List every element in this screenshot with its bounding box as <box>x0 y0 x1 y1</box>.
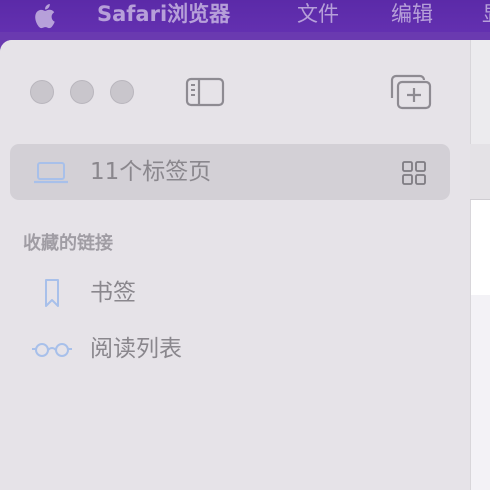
page-lower-edge <box>471 295 490 490</box>
favorites-section-title: 收藏的链接 <box>23 233 113 254</box>
close-window-button[interactable] <box>30 80 54 104</box>
tab-bar-edge <box>470 144 490 200</box>
apple-icon[interactable] <box>30 2 58 30</box>
minimize-window-button[interactable] <box>70 80 94 104</box>
reading-glasses-icon <box>32 343 72 357</box>
menu-bar: Safari浏览器 文件 编辑 显 <box>0 0 490 32</box>
bookmark-icon <box>45 279 59 307</box>
sidebar-item-reading-list[interactable]: 阅读列表 <box>10 324 450 374</box>
sidebar-item-label: 阅读列表 <box>90 336 182 362</box>
sidebar-item-bookmarks[interactable]: 书签 <box>10 268 450 318</box>
safari-window: 11个标签页 收藏的链接 书签 阅读列表 <box>0 40 490 490</box>
tabs-row[interactable]: 11个标签页 <box>10 144 450 200</box>
menu-app-name[interactable]: Safari浏览器 <box>97 0 230 32</box>
new-tab-group-icon[interactable] <box>388 72 434 112</box>
sidebar: 11个标签页 收藏的链接 书签 阅读列表 <box>0 40 470 490</box>
page-content-edge <box>471 200 490 295</box>
sidebar-icon[interactable] <box>184 75 226 109</box>
tab-overview-grid-icon[interactable] <box>400 159 428 187</box>
menu-file[interactable]: 文件 <box>297 0 339 32</box>
zoom-window-button[interactable] <box>110 80 134 104</box>
sidebar-item-label: 书签 <box>90 280 136 306</box>
menu-edit[interactable]: 编辑 <box>391 0 433 32</box>
menu-view[interactable]: 显 <box>482 0 490 32</box>
tabs-count-label: 11个标签页 <box>90 159 212 185</box>
laptop-icon <box>34 162 68 184</box>
